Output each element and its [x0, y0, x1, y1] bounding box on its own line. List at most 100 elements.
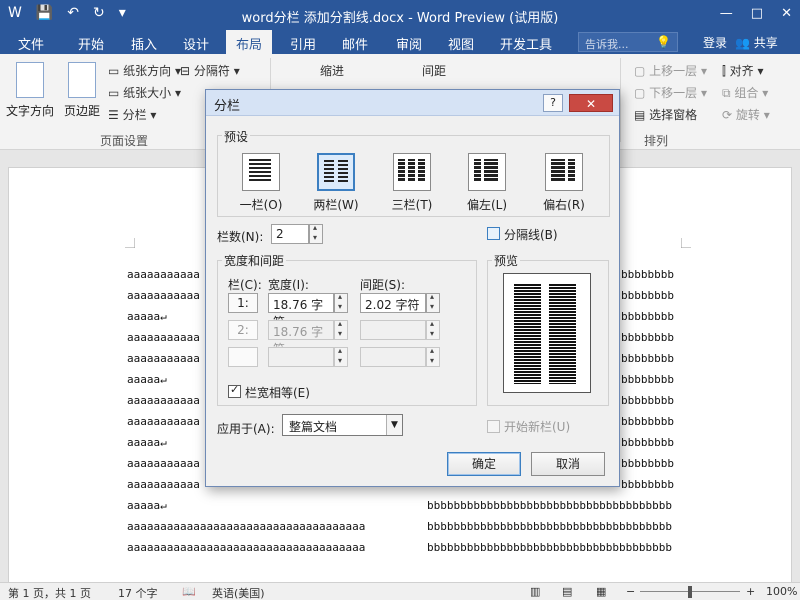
tab-developer[interactable]: 开发工具	[500, 34, 552, 53]
tab-view[interactable]: 视图	[448, 34, 474, 53]
word-count[interactable]: 17 个字	[118, 585, 158, 600]
preset-left-label[interactable]: 偏左(L)	[457, 196, 517, 213]
size-label: 纸张大小	[123, 86, 172, 100]
restore-button[interactable]: □	[751, 6, 763, 21]
presets-label: 预设	[222, 128, 251, 145]
start-new-column-label[interactable]: 开始新栏(U)	[504, 418, 570, 435]
equal-width-checkbox[interactable]	[228, 383, 241, 398]
tab-review[interactable]: 审阅	[396, 34, 422, 53]
column-3-width-input[interactable]	[268, 347, 334, 367]
zoom-slider-thumb[interactable]	[688, 586, 692, 598]
num-columns-input[interactable]: 2	[271, 224, 309, 244]
column-1-spacing-spinner[interactable]	[426, 292, 440, 313]
preset-three-columns[interactable]	[393, 153, 431, 191]
column-3-spacing-input[interactable]	[360, 347, 426, 367]
tab-layout[interactable]: 布局	[226, 30, 273, 54]
language-indicator[interactable]: 英语(美国)	[212, 585, 265, 600]
margins-button[interactable]: 页边距	[56, 62, 108, 119]
dialog-close-button[interactable]: ✕	[569, 94, 613, 112]
column-1-spacing-input[interactable]: 2.02 字符	[360, 293, 426, 313]
ribbon-separator	[620, 58, 621, 142]
apply-to-select[interactable]: 整篇文档 ▼	[282, 414, 403, 436]
text-direction-label: 文字方向	[5, 104, 54, 118]
column-1-width-input[interactable]: 18.76 字符	[268, 293, 334, 329]
margin-corner-mark	[681, 238, 691, 248]
print-layout-icon[interactable]: ▤	[562, 585, 572, 598]
preset-one-column[interactable]	[242, 153, 280, 191]
tab-references[interactable]: 引用	[290, 34, 316, 53]
page-count[interactable]: 第 1 页，共 1 页	[8, 585, 91, 600]
group-button[interactable]: ⧉ 组合 ▾	[722, 84, 768, 101]
web-layout-icon[interactable]: ▦	[596, 585, 606, 598]
document-line: bbbbbbbbbbbbbbbbbbbbbbbbbbbbbbbbbbbbb	[427, 499, 673, 512]
line-between-label[interactable]: 分隔线(B)	[504, 226, 558, 243]
preset-left[interactable]	[468, 153, 506, 191]
preset-two-label[interactable]: 两栏(W)	[306, 196, 366, 213]
preset-two-columns[interactable]	[317, 153, 355, 191]
document-line: bbbbbbbb	[621, 478, 674, 491]
close-window-button[interactable]: ✕	[781, 6, 792, 21]
preset-right[interactable]	[545, 153, 583, 191]
one-column-icon	[249, 159, 271, 181]
width-spacing-label: 宽度和间距	[222, 252, 287, 269]
columns-dialog: 分栏 ? ✕ 预设 一栏(O) 两栏(W) 三栏(T) 偏左(L) 偏右(R) …	[205, 89, 620, 487]
three-columns-icon	[398, 159, 425, 181]
document-line: aaaaaaaaaaa	[127, 394, 200, 407]
num-columns-spinner[interactable]	[309, 223, 323, 244]
column-2-width-input[interactable]: 18.76 字符	[268, 320, 334, 356]
login-link[interactable]: 登录	[703, 34, 727, 51]
size-button[interactable]: ▭ 纸张大小 ▾	[108, 84, 181, 101]
line-between-checkbox[interactable]	[487, 227, 500, 240]
spacing-header: 间距(S):	[360, 278, 406, 292]
text-direction-button[interactable]: 文字方向	[4, 62, 56, 119]
tab-insert[interactable]: 插入	[131, 34, 157, 53]
column-3-width-spinner[interactable]	[334, 346, 348, 367]
lightbulb-icon: 💡	[656, 35, 671, 49]
preset-one-label[interactable]: 一栏(O)	[231, 196, 291, 213]
title-bar: W 💾 ↶ ↻ ▾ word分栏 添加分割线.docx - Word Previ…	[0, 0, 800, 30]
dialog-title-bar[interactable]: 分栏 ? ✕	[206, 90, 619, 116]
align-button[interactable]: ⫿ 对齐 ▾	[722, 62, 764, 79]
dropdown-arrow-icon: ▼	[386, 415, 402, 435]
column-2-width-spinner[interactable]	[334, 319, 348, 340]
share-button[interactable]: 👥 共享	[735, 34, 778, 51]
tab-file[interactable]: 文件	[18, 34, 44, 53]
rotate-button[interactable]: ⟳ 旋转 ▾	[722, 106, 770, 123]
start-new-column-checkbox[interactable]	[487, 420, 500, 433]
breaks-button[interactable]: ⊟ 分隔符 ▾	[180, 62, 240, 79]
document-line: aaaaaaaaaaa	[127, 352, 200, 365]
send-backward-button[interactable]: ▢ 下移一层 ▾	[634, 84, 707, 101]
column-2-spacing-spinner[interactable]	[426, 319, 440, 340]
cancel-button[interactable]: 取消	[531, 452, 605, 476]
equal-width-label[interactable]: 栏宽相等(E)	[245, 384, 310, 401]
document-line: bbbbbbbb	[621, 394, 674, 407]
selection-pane-label: 选择窗格	[649, 108, 698, 122]
column-3-spacing-spinner[interactable]	[426, 346, 440, 367]
document-line: bbbbbbbb	[621, 436, 674, 449]
preset-right-label[interactable]: 偏右(R)	[534, 196, 594, 213]
selection-pane-button[interactable]: ▤ 选择窗格	[634, 106, 697, 123]
document-line: bbbbbbbb	[621, 352, 674, 365]
orientation-button[interactable]: ▭ 纸张方向 ▾	[108, 62, 181, 79]
column-3-number	[228, 347, 258, 367]
zoom-out-icon[interactable]: −	[626, 585, 635, 598]
column-number-header: 栏(C):	[228, 278, 262, 292]
help-button[interactable]: ?	[543, 94, 563, 112]
column-2-spacing-input[interactable]	[360, 320, 426, 340]
bring-forward-button[interactable]: ▢ 上移一层 ▾	[634, 62, 707, 79]
zoom-in-icon[interactable]: +	[746, 585, 755, 598]
tab-mailings[interactable]: 邮件	[342, 34, 368, 53]
ok-button[interactable]: 确定	[447, 452, 521, 476]
tab-home[interactable]: 开始	[78, 34, 104, 53]
tell-me-input[interactable]: 告诉我... 💡	[578, 32, 678, 52]
minimize-button[interactable]: —	[720, 6, 733, 21]
columns-button[interactable]: ☰ 分栏 ▾	[108, 106, 156, 123]
tab-design[interactable]: 设计	[183, 34, 209, 53]
read-mode-icon[interactable]: ▥	[530, 585, 540, 598]
column-1-width-spinner[interactable]	[334, 292, 348, 313]
document-line: aaaaa↵	[127, 436, 167, 449]
zoom-level[interactable]: 100%	[766, 585, 797, 598]
columns-label: 分栏	[122, 108, 147, 122]
proofing-icon[interactable]: 📖	[182, 585, 196, 598]
preset-three-label[interactable]: 三栏(T)	[382, 196, 442, 213]
